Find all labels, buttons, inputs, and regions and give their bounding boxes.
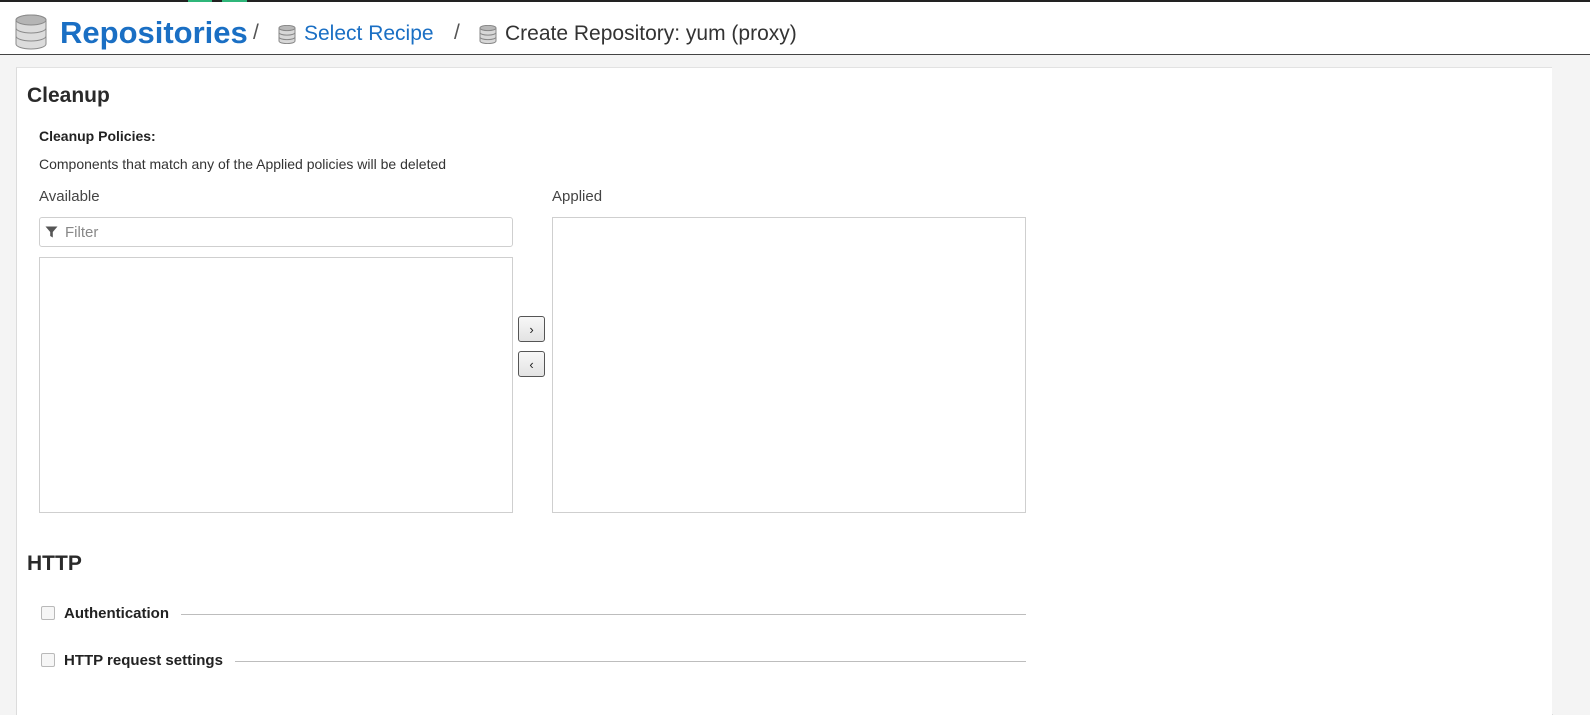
move-to-applied-button[interactable]: ›: [518, 316, 545, 342]
filter-input[interactable]: [63, 220, 507, 244]
http-section-title: HTTP: [27, 552, 82, 575]
filter-icon: [45, 226, 58, 238]
cleanup-help-text: Components that match any of the Applied…: [39, 156, 447, 172]
breadcrumb-separator: /: [454, 21, 460, 44]
divider: [235, 661, 1026, 662]
database-icon: [278, 25, 296, 44]
page-scrollbar-area[interactable]: [1552, 67, 1590, 714]
applied-policies-list[interactable]: [552, 217, 1026, 513]
breadcrumb-select-recipe[interactable]: Select Recipe: [304, 22, 434, 46]
cleanup-policies-label: Cleanup Policies:: [39, 128, 156, 144]
breadcrumb-current: Create Repository: yum (proxy): [505, 22, 797, 45]
move-to-available-button[interactable]: ‹: [518, 351, 545, 377]
http-request-settings-fieldset: HTTP request settings: [41, 652, 1026, 670]
database-icon: [479, 25, 497, 44]
authentication-fieldset: Authentication: [41, 605, 1026, 623]
available-label: Available: [39, 188, 100, 205]
filter-field[interactable]: [39, 217, 513, 247]
http-request-settings-checkbox[interactable]: [41, 653, 55, 667]
divider: [181, 614, 1026, 615]
page-header: Repositories / Select Recipe / Create Re…: [0, 2, 1590, 55]
database-icon: [15, 14, 47, 50]
available-policies-list[interactable]: [39, 257, 513, 513]
cleanup-section-title: Cleanup: [27, 84, 110, 107]
page-title[interactable]: Repositories: [60, 15, 248, 51]
authentication-checkbox[interactable]: [41, 606, 55, 620]
http-request-settings-label[interactable]: HTTP request settings: [64, 652, 223, 669]
authentication-label[interactable]: Authentication: [64, 605, 169, 622]
breadcrumb-separator: /: [253, 21, 259, 44]
applied-label: Applied: [552, 188, 603, 205]
